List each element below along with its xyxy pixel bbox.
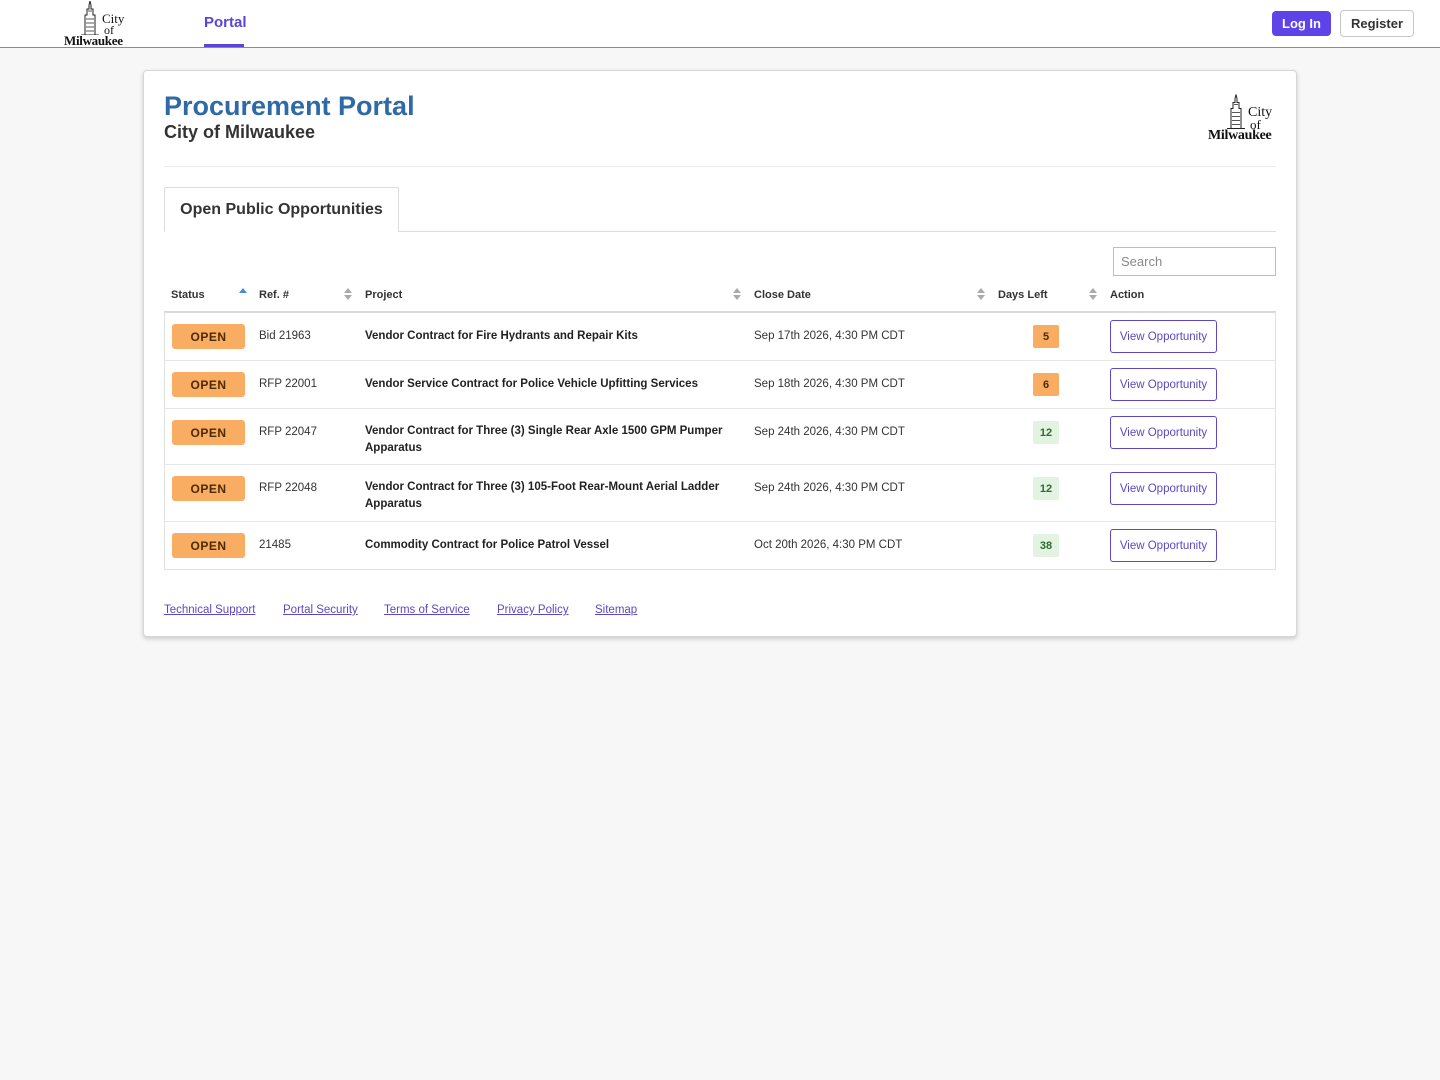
logo-text-milwaukee: Milwaukee (1208, 128, 1272, 143)
nav-portal-link[interactable]: Portal (204, 14, 247, 31)
city-hall-icon (1227, 94, 1245, 129)
close-date: Sep 24th 2026, 4:30 PM CDT (754, 482, 905, 494)
view-opportunity-button[interactable]: View Opportunity (1110, 416, 1217, 449)
column-header-days-left[interactable]: Days Left (998, 289, 1048, 301)
project-name: Vendor Service Contract for Police Vehic… (365, 378, 698, 390)
sort-icon[interactable] (977, 287, 985, 303)
nav-active-indicator (204, 44, 244, 47)
footer-link-privacy-policy[interactable]: Privacy Policy (497, 604, 569, 616)
search-input[interactable] (1113, 247, 1276, 276)
tab-baseline (398, 231, 1276, 232)
city-logo-large: City of Milwaukee (1208, 94, 1278, 144)
table-row: OPEN RFP 22048 Vendor Contract for Three… (165, 465, 1275, 522)
view-opportunity-button[interactable]: View Opportunity (1110, 368, 1217, 401)
top-nav: City of Milwaukee Portal Log In Register (0, 0, 1440, 48)
days-left-badge: 12 (1033, 477, 1059, 500)
project-name: Vendor Contract for Three (3) Single Rea… (365, 425, 723, 454)
page-title: Procurement Portal (164, 91, 415, 121)
login-button[interactable]: Log In (1272, 11, 1331, 36)
close-date: Sep 17th 2026, 4:30 PM CDT (754, 330, 905, 342)
close-date: Sep 24th 2026, 4:30 PM CDT (754, 426, 905, 438)
days-left-badge: 5 (1033, 325, 1059, 348)
footer-link-terms-of-service[interactable]: Terms of Service (384, 604, 470, 616)
close-date: Sep 18th 2026, 4:30 PM CDT (754, 378, 905, 390)
project-name: Commodity Contract for Police Patrol Ves… (365, 539, 610, 551)
ref-number: RFP 22047 (259, 426, 317, 438)
divider (164, 166, 1276, 167)
days-left-badge: 38 (1033, 534, 1059, 557)
sort-asc-icon[interactable] (239, 287, 247, 303)
sort-icon[interactable] (1089, 287, 1097, 303)
status-badge: OPEN (172, 324, 245, 349)
page-subtitle: City of Milwaukee (164, 122, 316, 142)
ref-number: RFP 22048 (259, 482, 317, 494)
sort-icon[interactable] (733, 287, 741, 303)
table-row: OPEN RFP 22001 Vendor Service Contract f… (165, 361, 1275, 409)
status-badge: OPEN (172, 476, 245, 501)
column-header-close-date[interactable]: Close Date (754, 289, 811, 301)
days-left-badge: 6 (1033, 373, 1059, 396)
ref-number: Bid 21963 (259, 330, 311, 342)
footer-link-technical-support[interactable]: Technical Support (164, 604, 255, 616)
column-header-status[interactable]: Status (171, 289, 205, 301)
city-hall-icon (81, 1, 99, 35)
portal-card: Procurement Portal City of Milwaukee Cit… (143, 70, 1297, 637)
footer-link-portal-security[interactable]: Portal Security (283, 604, 358, 616)
city-logo[interactable]: City of Milwaukee (64, 1, 130, 47)
status-badge: OPEN (172, 420, 245, 445)
column-header-ref[interactable]: Ref. # (259, 289, 289, 301)
view-opportunity-button[interactable]: View Opportunity (1110, 529, 1217, 562)
close-date: Oct 20th 2026, 4:30 PM CDT (754, 539, 903, 551)
table-row: OPEN Bid 21963 Vendor Contract for Fire … (165, 313, 1275, 361)
days-left-badge: 12 (1033, 421, 1059, 444)
status-badge: OPEN (172, 533, 245, 558)
ref-number: RFP 22001 (259, 378, 317, 390)
register-button[interactable]: Register (1340, 10, 1414, 37)
opportunities-table: OPEN Bid 21963 Vendor Contract for Fire … (164, 311, 1276, 570)
column-header-project[interactable]: Project (365, 289, 402, 301)
sort-icon[interactable] (344, 287, 352, 303)
project-name: Vendor Contract for Fire Hydrants and Re… (365, 330, 638, 342)
status-badge: OPEN (172, 372, 245, 397)
table-row: OPEN 21485 Commodity Contract for Police… (165, 522, 1275, 570)
footer-link-sitemap[interactable]: Sitemap (595, 604, 637, 616)
tab-open-public-opportunities[interactable]: Open Public Opportunities (164, 187, 399, 232)
view-opportunity-button[interactable]: View Opportunity (1110, 320, 1217, 353)
column-header-action: Action (1110, 289, 1145, 301)
project-name: Vendor Contract for Three (3) 105-Foot R… (365, 481, 720, 510)
table-row: OPEN RFP 22047 Vendor Contract for Three… (165, 409, 1275, 465)
logo-text-milwaukee: Milwaukee (64, 33, 123, 48)
ref-number: 21485 (259, 539, 291, 551)
view-opportunity-button[interactable]: View Opportunity (1110, 472, 1217, 505)
